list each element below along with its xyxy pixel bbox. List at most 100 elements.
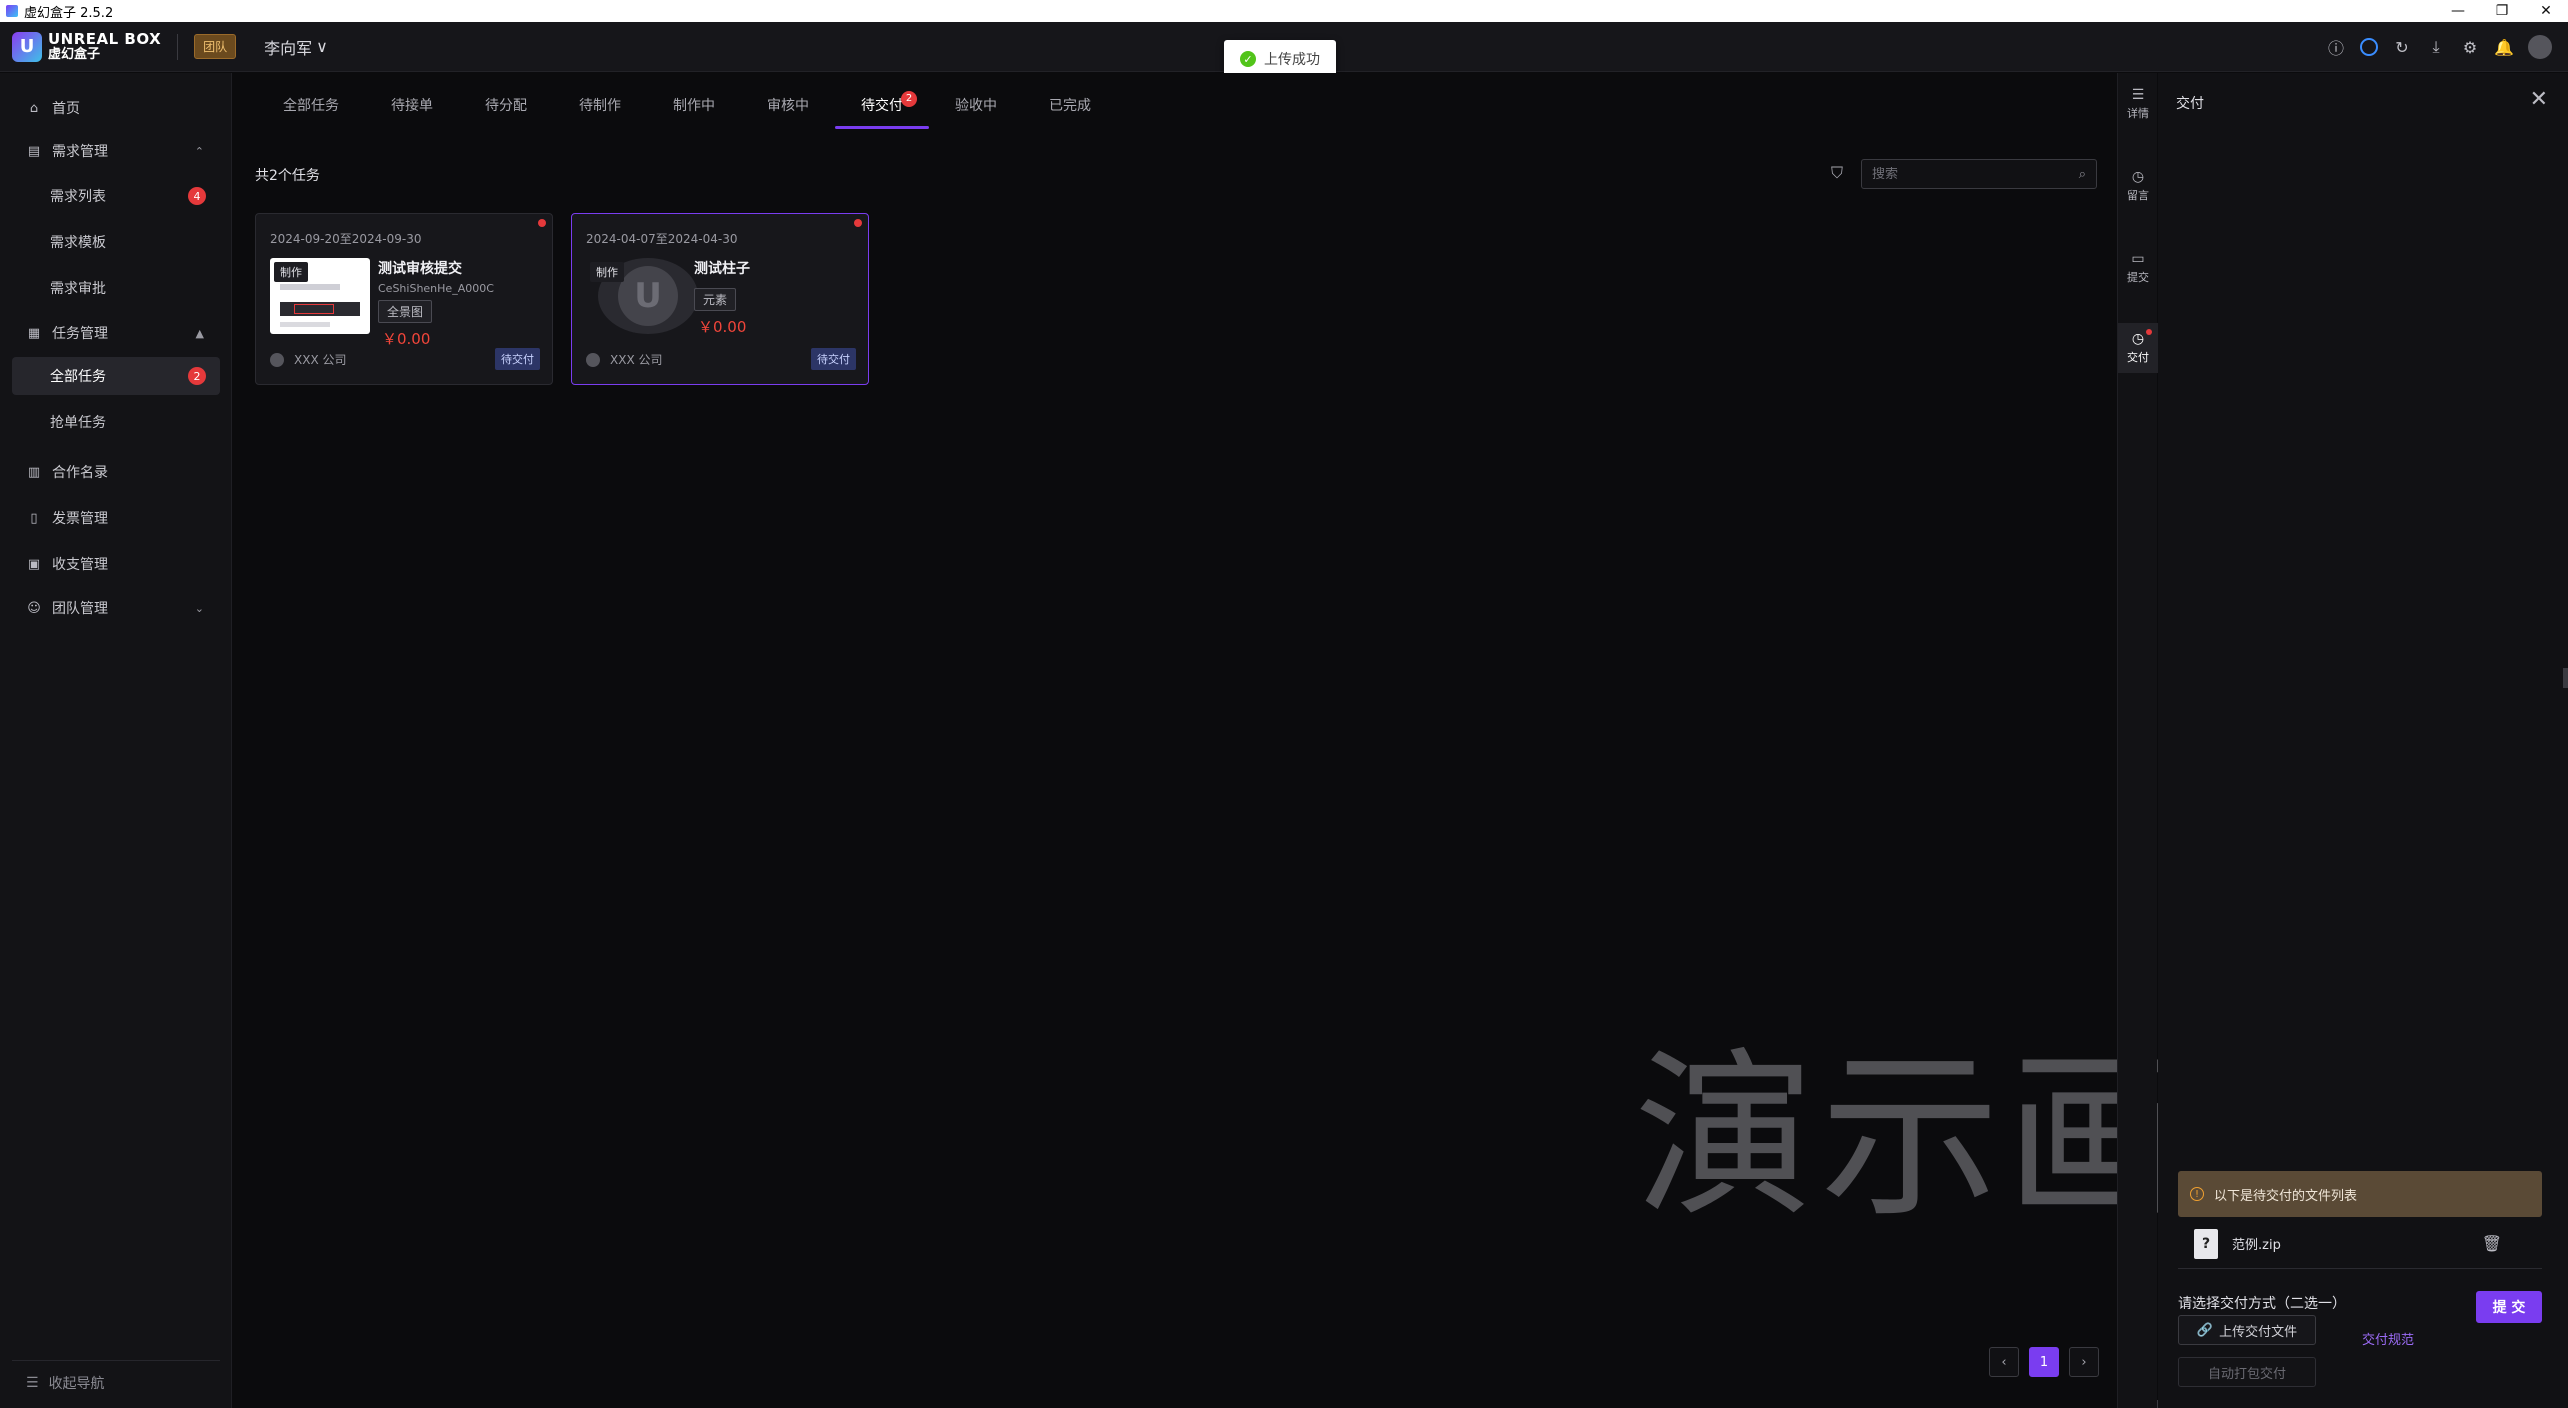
deliver-method-label: 请选择交付方式（二选一） — [2178, 1296, 2346, 1312]
task-card[interactable]: 2024-09-20至2024-09-30 制作 测试审核提交 CeShiShe… — [255, 213, 553, 385]
unread-dot — [854, 219, 862, 227]
sidebar-item-invoice[interactable]: ▯ 发票管理 — [12, 499, 220, 537]
task-name: 测试审核提交 — [378, 261, 462, 277]
status-ring-icon[interactable] — [2360, 38, 2378, 56]
close-window-button[interactable]: ✕ — [2524, 0, 2568, 22]
task-code: CeShiShenHe_A000C — [378, 282, 494, 295]
auto-pack-deliver-button[interactable]: 自动打包交付 — [2178, 1357, 2316, 1387]
sidebar-item-home[interactable]: ⌂ 首页 — [12, 89, 220, 127]
filter-icon[interactable]: ⛉ — [1831, 163, 1843, 183]
sidebar-item-demand-approval[interactable]: 需求审批 — [12, 269, 220, 307]
task-tag: 全景图 — [378, 300, 433, 323]
tab-to-assign[interactable]: 待分配 — [459, 91, 553, 135]
vertical-scrollbar[interactable] — [2563, 668, 2568, 688]
chevron-up-icon: ⌃ — [194, 144, 204, 158]
team-badge[interactable]: 团队 — [194, 34, 237, 59]
user-switcher[interactable]: 李向军 ∨ — [264, 35, 328, 59]
sidebar-item-label: 发票管理 — [52, 511, 108, 527]
chevron-down-icon: ∨ — [316, 37, 328, 56]
prev-page-button[interactable]: ‹ — [1989, 1347, 2019, 1377]
rail-item-deliver[interactable]: ◷ 交付 — [2118, 323, 2158, 373]
minimize-button[interactable]: — — [2436, 0, 2480, 22]
pagination: ‹ 1 › — [1989, 1347, 2099, 1377]
sidebar-item-label: 需求列表 — [50, 189, 106, 205]
status-badge: 待交付 — [495, 348, 540, 370]
search-icon[interactable]: ⌕ — [2079, 167, 2086, 182]
home-icon: ⌂ — [29, 100, 39, 116]
task-price: ￥0.00 — [382, 330, 431, 348]
task-tag: 元素 — [694, 288, 737, 311]
tab-to-produce[interactable]: 待制作 — [553, 91, 647, 135]
rail-item-submit[interactable]: ▭ 提交 — [2118, 243, 2158, 293]
count-badge: 4 — [188, 187, 206, 205]
sidebar-item-demand-mgmt[interactable]: ▤ 需求管理 ⌃ — [12, 132, 220, 170]
download-icon[interactable]: ⤓ — [2426, 37, 2446, 57]
count-badge: 2 — [188, 367, 206, 385]
tab-accepting[interactable]: 验收中 — [929, 91, 1023, 135]
sidebar-item-label: 首页 — [52, 101, 80, 117]
sidebar-item-team[interactable]: ☺ 团队管理 ⌄ — [12, 589, 220, 627]
maximize-button[interactable]: ❐ — [2480, 0, 2524, 22]
deliver-spec-link[interactable]: 交付规范 — [2362, 1329, 2414, 1348]
wallet-icon: ▣ — [27, 556, 41, 572]
collapse-nav-button[interactable]: ☰ 收起导航 — [12, 1360, 220, 1394]
settings-icon[interactable]: ⚙ — [2460, 37, 2480, 57]
submit-button[interactable]: 提 交 — [2476, 1291, 2542, 1323]
tab-producing[interactable]: 制作中 — [647, 91, 741, 135]
search-box[interactable]: ⌕ — [1861, 159, 2097, 189]
task-category: 制作 — [590, 262, 624, 282]
sidebar-item-partners[interactable]: ▥ 合作名录 — [12, 453, 220, 491]
tab-to-deliver[interactable]: 待交付 2 — [835, 91, 929, 135]
page-button[interactable]: 1 — [2029, 1347, 2059, 1377]
sidebar-item-task-mgmt[interactable]: ▦ 任务管理 ▲ — [12, 314, 220, 352]
tab-completed[interactable]: 已完成 — [1023, 91, 1117, 135]
users-icon: ☺ — [27, 600, 41, 616]
search-input[interactable] — [1872, 166, 2079, 182]
unread-dot — [538, 219, 546, 227]
tab-to-accept[interactable]: 待接单 — [365, 91, 459, 135]
sidebar-item-all-tasks[interactable]: 全部任务 2 — [12, 357, 220, 395]
refresh-icon[interactable]: ↻ — [2392, 37, 2412, 57]
tab-reviewing[interactable]: 审核中 — [741, 91, 835, 135]
window-controls: — ❐ ✕ — [2436, 0, 2568, 22]
trash-icon[interactable]: 🗑 — [2482, 1234, 2502, 1253]
sidebar-item-demand-template[interactable]: 需求模板 — [12, 223, 220, 261]
header-divider — [177, 33, 179, 60]
pending-files-notice: ! 以下是待交付的文件列表 — [2178, 1171, 2542, 1217]
sidebar-item-label: 抢单任务 — [50, 415, 106, 431]
upload-deliver-file-button[interactable]: 🔗 上传交付文件 — [2178, 1315, 2316, 1345]
clock-icon: ◷ — [2131, 169, 2145, 185]
rail-item-comments[interactable]: ◷ 留言 — [2118, 161, 2158, 211]
detail-rail: ☰ 详情 ◷ 留言 ▭ 提交 ◷ 交付 — [2117, 73, 2158, 1408]
avatar[interactable] — [2528, 35, 2552, 59]
book-icon: ▥ — [27, 464, 41, 480]
clipboard-icon: ▦ — [27, 325, 41, 341]
menu-fold-icon: ☰ — [26, 1374, 39, 1391]
task-card[interactable]: 2024-04-07至2024-04-30 U 制作 测试柱子 元素 ￥0.00… — [571, 213, 869, 385]
help-icon[interactable]: ⓘ — [2326, 37, 2346, 58]
task-date-range: 2024-09-20至2024-09-30 — [270, 232, 422, 246]
chevron-down-icon: ⌄ — [194, 601, 204, 615]
file-unknown-icon: ? — [2194, 1228, 2218, 1259]
app-icon — [6, 5, 18, 17]
next-page-button[interactable]: › — [2069, 1347, 2099, 1377]
sidebar-item-grab-tasks[interactable]: 抢单任务 — [12, 403, 220, 441]
rail-item-details[interactable]: ☰ 详情 — [2118, 79, 2158, 129]
sidebar-item-label: 全部任务 — [50, 369, 106, 385]
task-price: ￥0.00 — [698, 318, 747, 336]
warning-icon: ! — [2190, 1187, 2204, 1201]
logo-text-en: UNREAL BOX — [48, 29, 162, 48]
sidebar-item-demand-list[interactable]: 需求列表 4 — [12, 177, 220, 215]
sidebar: ⌂ 首页 ▤ 需求管理 ⌃ 需求列表 4 需求模板 需求审批 ▦ 任务管理 ▲ … — [0, 73, 232, 1408]
status-badge: 待交付 — [811, 348, 856, 370]
sidebar-item-finance[interactable]: ▣ 收支管理 — [12, 545, 220, 583]
tab-badge: 2 — [901, 91, 917, 107]
tab-all[interactable]: 全部任务 — [257, 91, 365, 135]
sidebar-item-label: 团队管理 — [52, 601, 108, 617]
bell-icon[interactable]: 🔔 — [2494, 37, 2514, 57]
sidebar-item-label: 需求审批 — [50, 281, 106, 297]
table-icon: ▤ — [27, 143, 41, 159]
close-icon[interactable]: ✕ — [2530, 87, 2548, 112]
notification-dot — [2146, 329, 2152, 335]
status-tabs: 全部任务 待接单 待分配 待制作 制作中 审核中 待交付 2 验收中 已完成 — [257, 91, 1117, 135]
